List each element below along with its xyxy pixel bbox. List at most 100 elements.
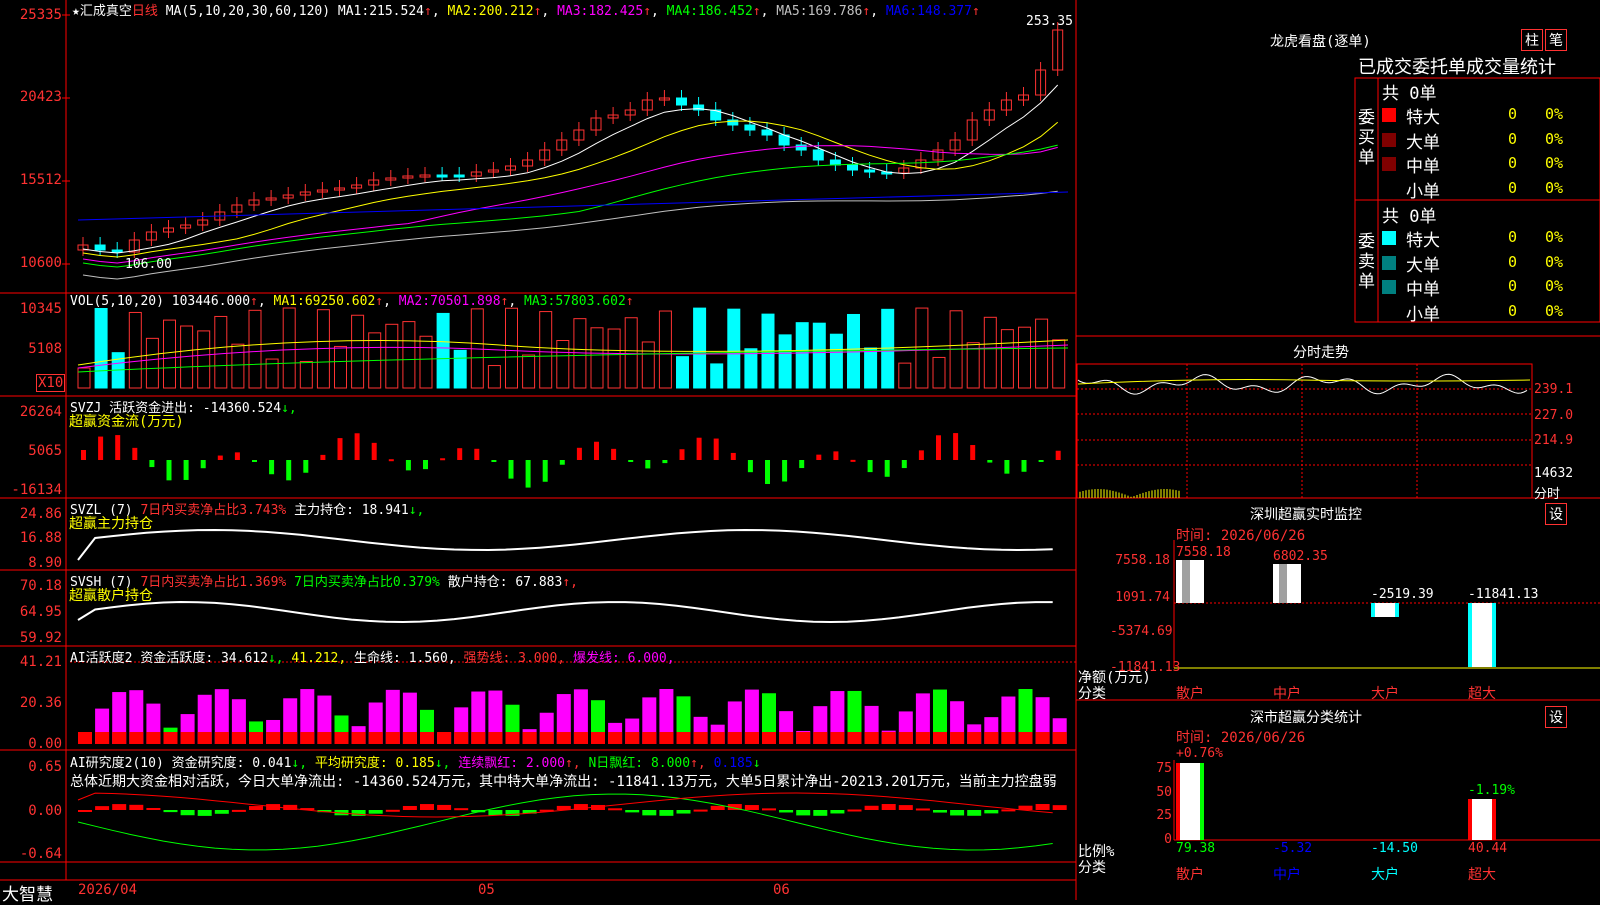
svzl-desc: 7日内买卖净占比3.743%	[140, 503, 287, 518]
sell-row-count: 0	[1508, 301, 1518, 320]
y-tick: 5065	[28, 443, 62, 459]
ma1-label: MA1:	[337, 4, 370, 19]
monitor-value-label: -2519.39	[1371, 587, 1434, 602]
buy-row-count: 0	[1508, 129, 1518, 148]
stats-settings-button[interactable]: 设	[1545, 706, 1567, 728]
ai2-bar	[659, 810, 674, 816]
sell-side-label: 委卖单	[1358, 232, 1375, 292]
period-label[interactable]: 日线	[132, 4, 158, 19]
svzj-bar	[234, 452, 240, 460]
ai1-base-bar	[283, 732, 298, 744]
monitor-bar-edge	[1371, 603, 1375, 617]
svzj-bar	[1004, 460, 1010, 474]
date-label: 06	[773, 882, 790, 898]
volume-bar	[522, 354, 536, 389]
lhb-header: 已成交委托单成交量统计	[1358, 57, 1556, 78]
vol-ma2-label: MA2:	[398, 294, 431, 309]
monitor-settings-button[interactable]: 设	[1545, 503, 1567, 525]
ai2-bar	[967, 810, 982, 816]
buy-row-name: 特大	[1406, 108, 1440, 128]
monitor-category: 超大	[1468, 686, 1496, 702]
ai1-base-bar	[351, 732, 366, 744]
volume-bar	[419, 335, 433, 389]
vol-unit-badge[interactable]: X10	[36, 374, 66, 392]
ai2-bar	[779, 810, 794, 813]
low-price-mark: 106.00	[125, 257, 172, 272]
ai2-bar	[984, 810, 999, 814]
sell-row-pct: 0%	[1545, 228, 1564, 246]
ai1-v3: 生命线: 1.560,	[354, 651, 456, 666]
ai1-base-bar	[471, 732, 486, 744]
ai1-base-bar	[573, 732, 588, 744]
ma1-line	[82, 84, 1059, 254]
volume-bar	[778, 334, 792, 389]
vol-ma3-value: 57803.602	[555, 294, 626, 309]
svzj-bar	[867, 460, 873, 473]
candle-body	[795, 144, 807, 151]
svzj-bar	[696, 437, 702, 460]
svsh-title: 超赢散户持仓	[69, 588, 153, 604]
monitor-bar-edge	[1395, 603, 1399, 617]
y-tick: 20.36	[19, 695, 62, 711]
ai1-base-bar	[727, 732, 742, 744]
ai2-bar	[197, 810, 212, 816]
svzj-bar	[730, 452, 736, 460]
svzj-bar	[491, 460, 497, 462]
candle-body	[847, 164, 858, 171]
intraday-vol-unit: 分时	[1534, 487, 1561, 502]
ma4-label: MA4:	[666, 4, 698, 19]
sell-row-count: 0	[1508, 228, 1518, 246]
ai1-base-bar	[864, 732, 879, 744]
buy-row-name: 大单	[1406, 132, 1440, 153]
ai1-base-bar	[813, 732, 828, 744]
volume-bar	[197, 330, 211, 389]
ai1-base-bar	[950, 732, 965, 744]
sell-row-swatch	[1382, 255, 1396, 270]
y-tick: 15512	[19, 172, 62, 188]
svzj-bar	[884, 460, 890, 477]
volume-bar	[282, 307, 296, 389]
ai1-base-bar	[693, 732, 708, 744]
ai1-base-bar	[1018, 732, 1033, 744]
favorite-star-icon[interactable]: ★	[72, 4, 80, 19]
buy-row-pct: 0%	[1545, 178, 1564, 197]
y-tick: 59.92	[19, 630, 62, 646]
vol-ma2-value: 70501.898	[430, 294, 501, 309]
ai1-base-bar	[847, 732, 862, 744]
stats-bar-edge	[1200, 763, 1204, 840]
ai1-base-bar	[659, 732, 674, 744]
buy-row-count: 0	[1508, 154, 1518, 172]
ai2-v5: 0.185	[713, 756, 753, 771]
ai1-base-bar	[608, 732, 623, 744]
intraday-y-tick: 214.9	[1534, 433, 1574, 448]
sell-total: 共 0单	[1382, 207, 1437, 227]
svzj-bar	[252, 460, 257, 462]
pen-toggle-button[interactable]: 笔	[1545, 29, 1567, 51]
ai2-bar	[898, 805, 913, 810]
stats-y-tick: 0	[1164, 832, 1172, 847]
monitor-xlabel: 分类	[1078, 686, 1106, 702]
candle-body	[111, 249, 123, 253]
ai2-bar	[454, 808, 469, 811]
monitor-value-label: 6802.35	[1273, 549, 1328, 564]
svzj-bar	[799, 460, 805, 469]
ai2-bar	[231, 809, 246, 812]
svsh-desc2: 7日内买卖净占比0.379%	[294, 575, 440, 590]
y-tick: 64.95	[19, 604, 62, 620]
monitor-category: 散户	[1176, 686, 1204, 702]
ai1-base-bar	[129, 732, 144, 744]
pillar-toggle-button[interactable]: 柱	[1521, 29, 1543, 51]
y-tick: 0.00	[28, 736, 62, 752]
ai1-v5: 爆发线: 6.000,	[572, 651, 675, 666]
date-label: 2026/04	[78, 882, 138, 898]
y-tick: 20423	[19, 89, 62, 105]
svzj-bar	[901, 460, 907, 469]
volume-bar	[505, 307, 518, 389]
ai1-base-bar	[420, 732, 434, 744]
ai1-base-bar	[744, 732, 759, 744]
svzl-title: 超赢主力持仓	[69, 516, 153, 532]
volume-bar	[1018, 326, 1031, 389]
vol-value: 103446.000	[171, 294, 251, 309]
svzj-bar	[833, 451, 839, 460]
ai2-bar	[744, 805, 759, 810]
